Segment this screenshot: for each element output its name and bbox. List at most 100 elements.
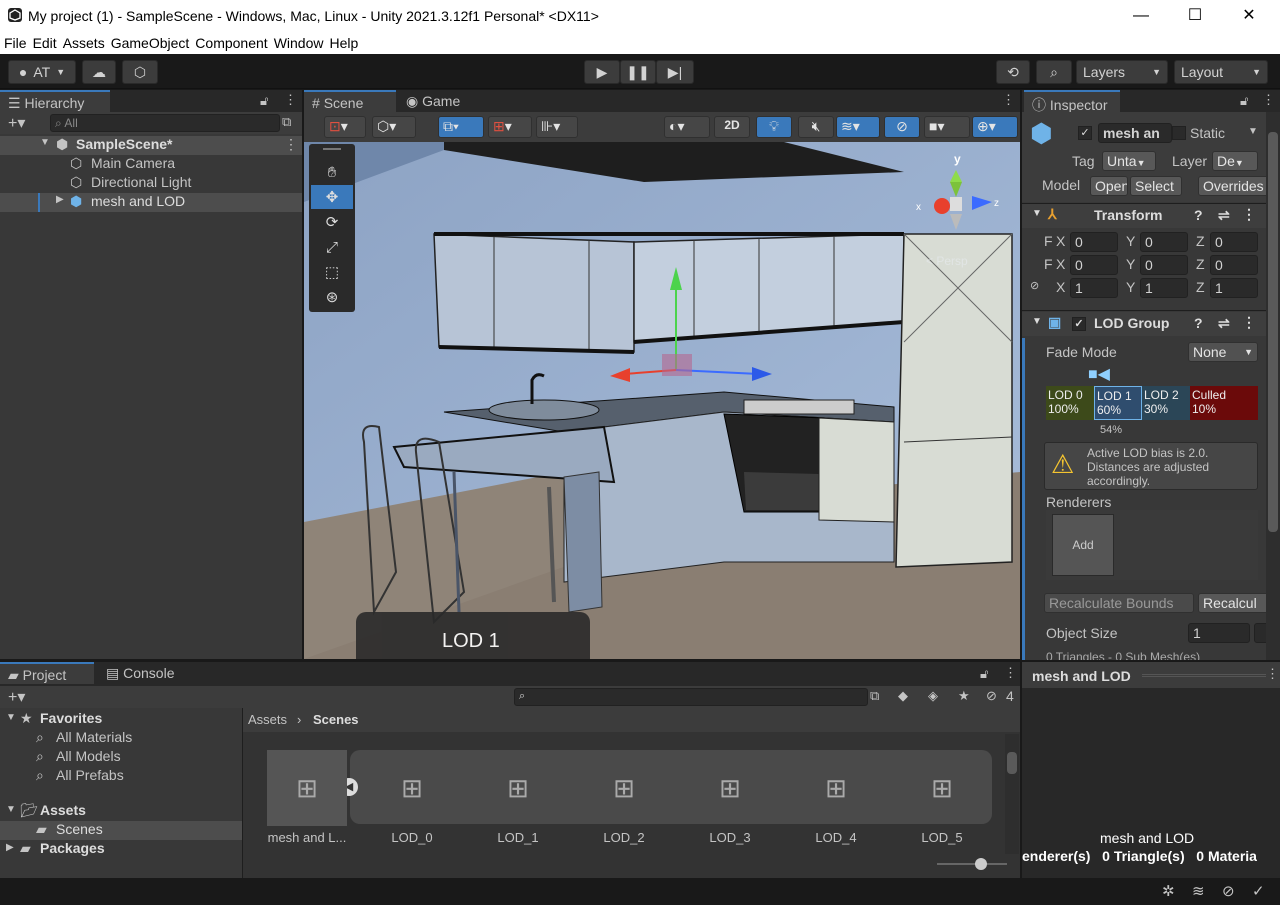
more-icon[interactable]: ⋮	[1242, 206, 1256, 223]
expand-arrow-icon[interactable]: ▶	[56, 194, 64, 205]
favorites-row[interactable]: ▼ ★ Favorites	[0, 710, 242, 729]
step-button[interactable]: ▶|	[656, 60, 694, 84]
menu-edit[interactable]: Edit	[33, 35, 57, 51]
asset-thumb-lod0[interactable]: ⊞	[372, 750, 452, 826]
menu-help[interactable]: Help	[329, 35, 358, 51]
rect-tool-button[interactable]: ⬚	[311, 260, 353, 284]
search-button[interactable]: ⌕	[1036, 60, 1072, 84]
toggle-2d-button[interactable]: 2D	[714, 116, 750, 138]
maximize-button[interactable]: ☐	[1172, 2, 1218, 30]
tab-game[interactable]: ◉ Game	[398, 90, 478, 112]
favorite-item[interactable]: ⌕ All Prefabs	[0, 767, 242, 786]
open-button[interactable]: Open	[1090, 176, 1128, 196]
search-options-icon[interactable]: ⧉	[870, 688, 879, 704]
menu-assets[interactable]: Assets	[63, 35, 105, 51]
asset-thumb-lod3[interactable]: ⊞	[690, 750, 770, 826]
rotate-tool-button[interactable]: ⟳	[311, 210, 353, 234]
scene-row[interactable]: ▼ ⬢ SampleScene* ⋮	[0, 136, 302, 155]
constrain-link-icon[interactable]: ⊘	[1030, 279, 1039, 292]
scale-y-field[interactable]: 1	[1140, 278, 1188, 298]
packages-row[interactable]: ▶ ▰ Packages	[0, 840, 242, 859]
expand-arrow-icon[interactable]: ▼	[6, 712, 16, 723]
asset-thumb-mesh-and-lod[interactable]: ⊞	[267, 750, 347, 826]
scale-x-field[interactable]: 1	[1070, 278, 1118, 298]
scene-viewport[interactable]: y x z < Persp LOD 1	[304, 142, 1020, 659]
lod-group-enabled-checkbox[interactable]: ✓	[1072, 317, 1086, 331]
object-size-field[interactable]: 1	[1188, 623, 1250, 643]
pivot-toggle[interactable]: ⧉▾	[438, 116, 484, 138]
menu-component[interactable]: Component	[195, 35, 267, 51]
progress-check-icon[interactable]: ✓	[1252, 882, 1265, 900]
menu-gameobject[interactable]: GameObject	[111, 35, 190, 51]
minimize-button[interactable]: —	[1118, 2, 1164, 30]
transform-tool-button[interactable]: ⊛	[311, 285, 353, 309]
more-icon[interactable]: ⋮	[1242, 314, 1256, 331]
hidden-objects-toggle[interactable]: ⊘	[884, 116, 920, 138]
more-icon[interactable]: ⋮	[1002, 92, 1015, 108]
help-icon[interactable]: ?	[1194, 207, 1203, 223]
asset-thumb-lod1[interactable]: ⊞	[478, 750, 558, 826]
lock-icon[interactable]: 🔓︎	[260, 93, 268, 109]
account-dropdown[interactable]: ● AT ▼	[8, 60, 76, 84]
scrollbar-thumb[interactable]	[1268, 132, 1278, 532]
help-icon[interactable]: ?	[1194, 315, 1203, 331]
add-renderer-button[interactable]: Add	[1052, 514, 1114, 576]
asset-thumb-lod5[interactable]: ⊞	[902, 750, 982, 826]
preview-drag-handle[interactable]	[1142, 674, 1266, 677]
more-icon[interactable]: ⋮	[284, 92, 297, 108]
layers-dropdown[interactable]: Layers ▼	[1076, 60, 1168, 84]
history-button[interactable]: ⟲	[996, 60, 1030, 84]
expand-arrow-icon[interactable]: ▼	[1032, 208, 1042, 219]
position-y-field[interactable]: 0	[1140, 232, 1188, 252]
tab-hierarchy[interactable]: ☰ Hierarchy	[0, 90, 110, 112]
active-checkbox[interactable]: ✓	[1078, 126, 1092, 140]
tab-console[interactable]: ▤ Console	[98, 662, 194, 684]
transform-header[interactable]: ▼ ⅄ Transform ? ⇌ ⋮	[1022, 204, 1280, 228]
recalculate-bounds-button[interactable]: Recalculate Bounds	[1044, 593, 1194, 613]
play-button[interactable]: ▶	[584, 60, 620, 84]
more-icon[interactable]: ⋮	[1262, 92, 1275, 108]
hand-tool-button[interactable]: ✋︎	[311, 160, 353, 184]
camera-marker-icon[interactable]: ■◀	[1088, 364, 1110, 384]
draw-mode-dropdown[interactable]: ⊡▾	[324, 116, 366, 138]
inspector-scrollbar[interactable]	[1266, 112, 1280, 660]
move-tool-button[interactable]: ✥	[311, 185, 353, 209]
zoom-slider-thumb[interactable]	[975, 858, 987, 870]
rotation-y-field[interactable]: 0	[1140, 255, 1188, 275]
expand-arrow-icon[interactable]: ▼	[40, 137, 50, 148]
lod-1-segment[interactable]: LOD 1 60%	[1094, 386, 1142, 420]
static-checkbox[interactable]	[1172, 126, 1186, 140]
hidden-packages-icon[interactable]: ⊘	[986, 688, 997, 704]
hierarchy-item[interactable]: ⬡ Directional Light	[0, 174, 302, 193]
favorite-star-icon[interactable]: ★	[958, 688, 970, 704]
hierarchy-item-selected[interactable]: ▶ ⬢ mesh and LOD	[0, 193, 302, 212]
expand-arrow-icon[interactable]: ▼	[1032, 316, 1042, 327]
layer-dropdown[interactable]: De▼	[1212, 151, 1258, 171]
tab-scene[interactable]: # Scene	[304, 90, 396, 112]
create-plus-button[interactable]: +▾	[8, 113, 25, 133]
more-icon[interactable]: ⋮	[1266, 666, 1279, 682]
increment-snap-dropdown[interactable]: ⊪▾	[536, 116, 578, 138]
layout-dropdown[interactable]: Layout ▼	[1174, 60, 1268, 84]
lod-group-header[interactable]: ▼ ▣ ✓ LOD Group ? ⇌ ⋮	[1022, 312, 1280, 336]
folder-item-selected[interactable]: ▰ Scenes	[0, 821, 242, 840]
assets-row[interactable]: ▼ 📂︎ Assets	[0, 802, 242, 821]
lod-0-segment[interactable]: LOD 0 100%	[1046, 386, 1094, 420]
scrollbar-thumb[interactable]	[1007, 752, 1017, 774]
camera-dropdown[interactable]: ■▾	[924, 116, 970, 138]
breadcrumb-assets[interactable]: Assets	[248, 712, 287, 727]
hierarchy-item[interactable]: ⬡ Main Camera	[0, 155, 302, 174]
menu-file[interactable]: File	[4, 35, 27, 51]
scale-z-field[interactable]: 1	[1210, 278, 1258, 298]
dropdown-arrow-icon[interactable]: ▼	[1248, 126, 1258, 137]
preset-icon[interactable]: ⇌	[1218, 207, 1230, 224]
tab-inspector[interactable]: ⓘ Inspector	[1024, 90, 1120, 113]
select-button[interactable]: Select	[1130, 176, 1182, 196]
culled-segment[interactable]: Culled 10%	[1190, 386, 1258, 420]
zoom-slider[interactable]	[937, 863, 1007, 865]
grid-snapping-dropdown[interactable]: ⊞▾	[488, 116, 532, 138]
layers-icon[interactable]: ≋	[1192, 882, 1205, 900]
pause-button[interactable]: ❚❚	[620, 60, 656, 84]
rotation-z-field[interactable]: 0	[1210, 255, 1258, 275]
expand-arrow-icon[interactable]: ▼	[6, 804, 16, 815]
